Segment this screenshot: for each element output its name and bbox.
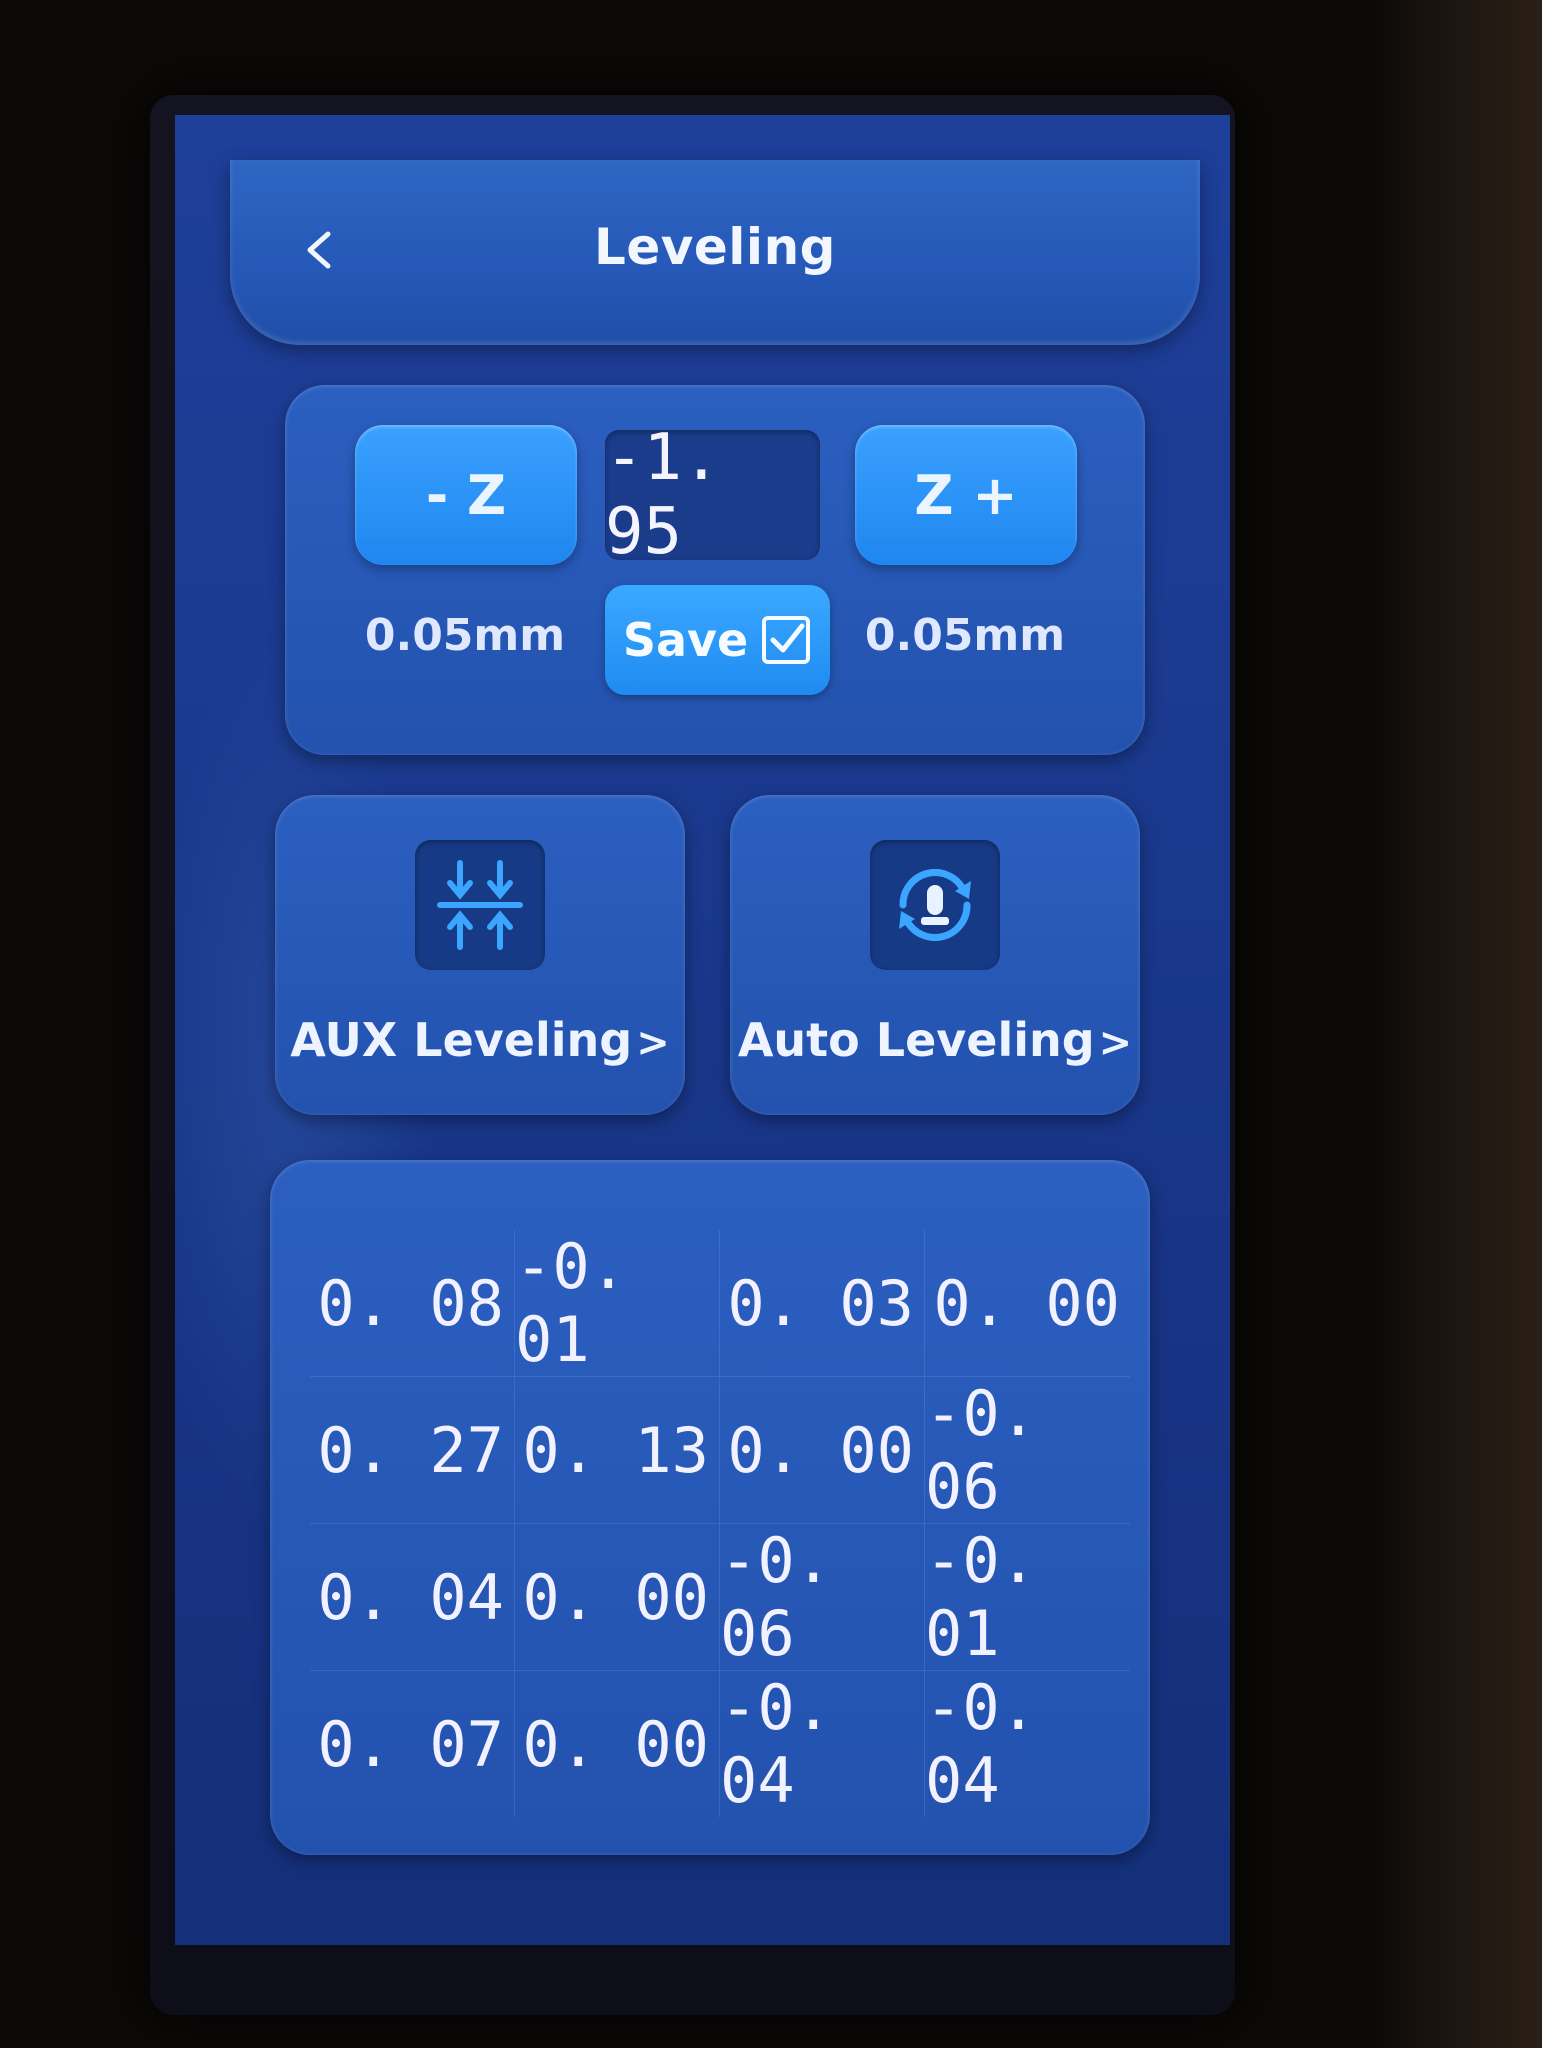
z-offset-value: -1. 95 (605, 421, 820, 569)
mesh-grid: 0. 08 -0. 01 0. 03 0. 00 0. 27 0. 13 0. … (310, 1230, 1130, 1817)
mesh-cell: -0. 01 (515, 1230, 720, 1377)
z-offset-panel: - Z -1. 95 Z + 0.05mm Save 0.05mm (285, 385, 1145, 755)
auto-leveling-button[interactable]: Auto Leveling > (730, 795, 1140, 1115)
aux-leveling-text: AUX Leveling (290, 1013, 633, 1067)
header-bar: Leveling (230, 160, 1200, 345)
save-button[interactable]: Save (605, 585, 830, 695)
step-size-left[interactable]: 0.05mm (355, 610, 575, 661)
device-edge (1380, 0, 1542, 2048)
mesh-cell: 0. 00 (925, 1230, 1130, 1377)
mesh-cell: 0. 08 (310, 1230, 515, 1377)
auto-leveling-cycle-icon (870, 840, 1000, 970)
mesh-cell: 0. 00 (720, 1377, 925, 1524)
mesh-cell: -0. 04 (720, 1671, 925, 1817)
mesh-cell: 0. 03 (720, 1230, 925, 1377)
chevron-right-icon: > (1098, 1020, 1133, 1066)
mesh-cell: -0. 04 (925, 1671, 1037, 1817)
z-plus-button[interactable]: Z + (855, 425, 1077, 565)
aux-leveling-button[interactable]: AUX Leveling > (275, 795, 685, 1115)
mesh-cell: -0. 01 (925, 1524, 1130, 1671)
auto-leveling-label: Auto Leveling > (730, 1013, 1140, 1067)
mesh-cell: 0. 00 (515, 1671, 720, 1817)
z-minus-button[interactable]: - Z (355, 425, 577, 565)
checkbox-check-icon (762, 616, 811, 664)
mesh-cell: 0. 00 (515, 1524, 720, 1671)
chevron-right-icon: > (636, 1020, 670, 1066)
mesh-cell: 0. 27 (310, 1377, 515, 1524)
step-size-right[interactable]: 0.05mm (855, 610, 1075, 661)
aux-leveling-label: AUX Leveling > (275, 1013, 685, 1067)
mesh-cell: -0. 06 (925, 1377, 1130, 1524)
save-label: Save (622, 613, 749, 667)
mesh-cell: -0. 06 (720, 1524, 925, 1671)
page-title: Leveling (594, 218, 836, 276)
touch-screen: Leveling - Z -1. 95 Z + 0.05mm Save 0.05… (175, 115, 1230, 1945)
aux-leveling-arrows-icon (415, 840, 545, 970)
mesh-cell: 0. 04 (310, 1524, 515, 1671)
mesh-cell: 0. 13 (515, 1377, 720, 1524)
auto-leveling-text: Auto Leveling (737, 1013, 1095, 1067)
mesh-panel: 0. 08 -0. 01 0. 03 0. 00 0. 27 0. 13 0. … (270, 1160, 1150, 1855)
mesh-cell: 0. 07 (310, 1671, 515, 1817)
